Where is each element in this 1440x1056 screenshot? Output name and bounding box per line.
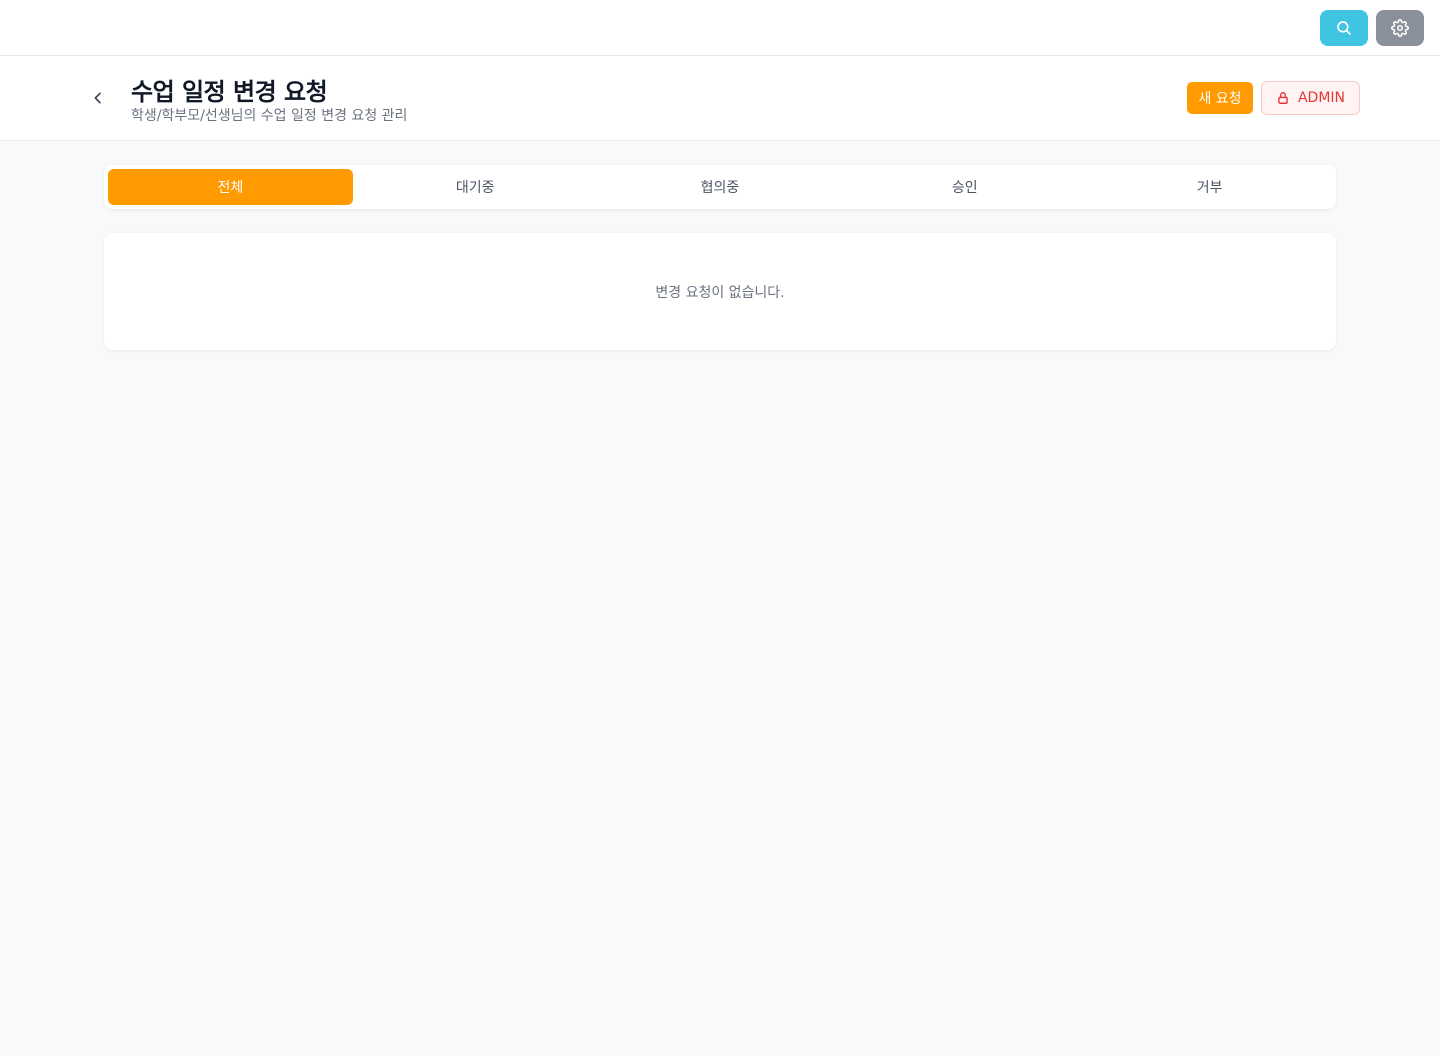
request-list-empty-state: 변경 요청이 없습니다. xyxy=(104,233,1336,350)
tab-all[interactable]: 전체 xyxy=(108,169,353,205)
tab-rejected[interactable]: 거부 xyxy=(1087,169,1332,205)
search-button[interactable] xyxy=(1320,10,1368,46)
page-subtitle: 학생/학부모/선생님의 수업 일정 변경 요청 관리 xyxy=(131,108,408,124)
settings-button[interactable] xyxy=(1376,10,1424,46)
search-icon xyxy=(1337,21,1351,35)
chevron-left-icon xyxy=(94,92,101,104)
lock-icon xyxy=(1278,92,1288,104)
page-title: 수업 일정 변경 요청 xyxy=(131,78,328,106)
back-button[interactable] xyxy=(86,86,110,110)
top-bar xyxy=(0,0,1440,56)
new-request-button[interactable]: 새 요청 xyxy=(1187,82,1253,114)
page-header: 수업 일정 변경 요청 학생/학부모/선생님의 수업 일정 변경 요청 관리 새… xyxy=(0,56,1440,141)
tab-approved[interactable]: 승인 xyxy=(842,169,1087,205)
tab-pending[interactable]: 대기중 xyxy=(353,169,598,205)
tab-negotiating[interactable]: 협의중 xyxy=(598,169,843,205)
gear-icon xyxy=(1391,19,1409,37)
admin-label: ADMIN xyxy=(1297,90,1346,106)
admin-button[interactable]: ADMIN xyxy=(1261,81,1360,115)
empty-message: 변경 요청이 없습니다. xyxy=(655,284,785,301)
status-tabs: 전체 대기중 협의중 승인 거부 xyxy=(104,165,1336,209)
